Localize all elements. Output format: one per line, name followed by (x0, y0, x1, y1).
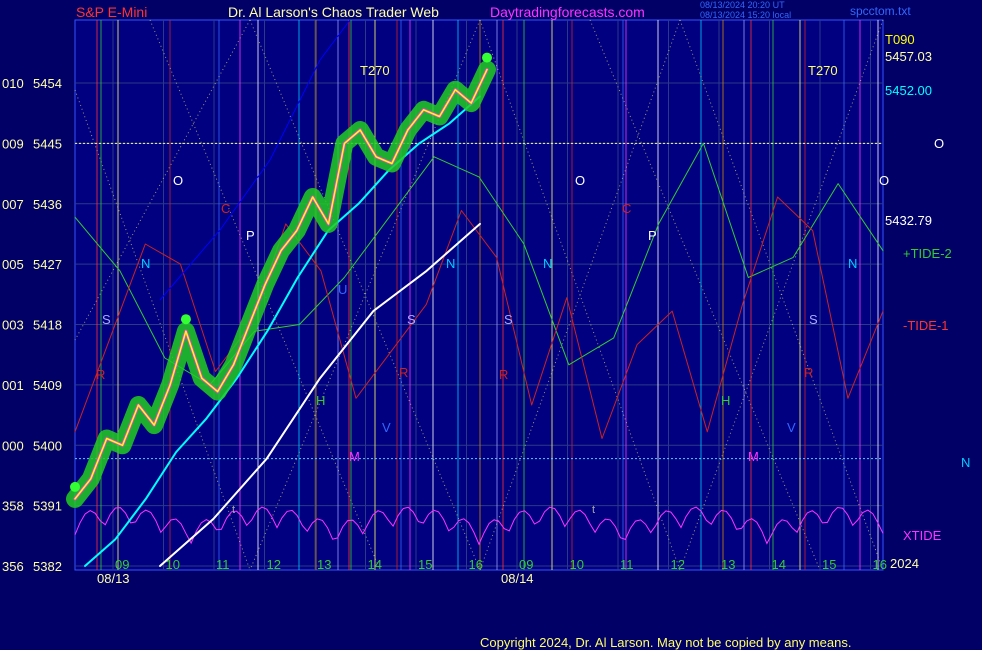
y-ticks: 356 5382 358 5391 000 5400 001 5409 003 5418 005 54… (2, 76, 62, 574)
tide1-label: -TIDE-1 (903, 318, 949, 333)
x-tick-label: 09 (519, 557, 533, 572)
v-label-2: V (787, 420, 796, 435)
x-tick-label: 09 (115, 557, 129, 572)
right-n-label: N (961, 455, 971, 470)
y-tick-left: 356 (2, 559, 24, 574)
o-label-1: O (173, 173, 184, 188)
ma-value-label: 5452.00 (885, 83, 932, 98)
p-label-2: P (648, 228, 657, 243)
timestamp-ut: 08/13/2024 20:20 UT (700, 0, 785, 10)
right-o-label: O (934, 136, 945, 151)
y-tick-value: 5391 (33, 499, 62, 514)
h-label-1: H (316, 393, 326, 408)
site-link[interactable]: Daytradingforecasts.com (490, 5, 645, 19)
x-tick-label: 16 (469, 557, 483, 572)
y-tick-value: 5418 (33, 318, 62, 333)
year-label: 2024 (890, 556, 919, 571)
x-tick-label: 12 (671, 557, 685, 572)
c-label-1: C (221, 201, 231, 216)
x-tick-label: 15 (822, 557, 836, 572)
x-tick-label: 16 (873, 557, 887, 572)
u-label: U (338, 282, 348, 297)
y-tick-left: 358 (2, 499, 24, 514)
y-tick-value: 5382 (33, 559, 62, 574)
y-tick-left: 005 (2, 257, 24, 272)
r-label-2: R (399, 365, 409, 380)
level-label: 5432.79 (885, 213, 932, 228)
s-label-3: S (504, 312, 513, 327)
x-tick-label: 10 (166, 557, 180, 572)
y-tick-left: 007 (2, 197, 24, 212)
m-label-2: M (748, 449, 759, 464)
price-high-label: 5457.03 (885, 49, 932, 64)
x-tick-label: 13 (317, 557, 331, 572)
s-label-2: S (407, 312, 416, 327)
chart-title: Dr. Al Larson's Chaos Trader Web (228, 4, 439, 20)
t090-label: T090 (885, 32, 915, 47)
file-name: spcctom.txt (850, 4, 911, 18)
t-label-2: t (592, 504, 596, 516)
x-tick-label: 14 (772, 557, 786, 572)
y-tick-value: 5400 (33, 438, 62, 453)
y-tick-value: 5445 (33, 136, 62, 151)
t-label-1: t (232, 504, 236, 516)
date-label-2: 08/14 (501, 571, 534, 586)
r-label-1: R (96, 367, 106, 382)
copyright-notice: Copyright 2024, Dr. Al Larson. May not b… (480, 635, 852, 650)
x-tick-label: 14 (368, 557, 382, 572)
x-tick-label: 12 (267, 557, 281, 572)
x-tick-label: 10 (570, 557, 584, 572)
price-dot (482, 52, 492, 63)
y-tick-left: 000 (2, 438, 24, 453)
x-tick-label: 11 (216, 557, 230, 572)
x-tick-label: 15 (418, 557, 432, 572)
y-tick-left: 001 (2, 378, 24, 393)
n-label-1: N (141, 256, 151, 271)
m-label-1: M (349, 449, 360, 464)
t270-label-2: T270 (808, 63, 838, 78)
y-tick-value: 5409 (33, 378, 62, 393)
y-tick-left: 003 (2, 318, 24, 333)
y-tick-left: 010 (2, 76, 24, 91)
s-label-1: S (102, 312, 111, 327)
n-label-3: N (543, 256, 553, 271)
r-label-4: R (804, 365, 814, 380)
price-dot (180, 314, 191, 325)
date-label-1: 08/13 (97, 571, 130, 586)
n-label-2: N (446, 256, 456, 271)
n-label-4: N (848, 256, 858, 271)
tide2-label: +TIDE-2 (903, 246, 952, 261)
h-label-2: H (721, 393, 731, 408)
s-label-4: S (809, 312, 818, 327)
symbol-label: S&P E-Mini (76, 4, 148, 20)
v-label-1: V (382, 420, 391, 435)
y-tick-value: 5454 (33, 76, 62, 91)
t270-label-1: T270 (360, 63, 390, 78)
o-label-3: O (879, 173, 890, 188)
r-label-3: R (499, 367, 509, 382)
o-label-2: O (575, 173, 586, 188)
c-label-2: C (622, 201, 632, 216)
xtide-label: XTIDE (903, 528, 942, 543)
timestamp-local: 08/13/2024 15:20 local (700, 10, 792, 20)
x-tick-label: 11 (620, 557, 634, 572)
y-tick-value: 5427 (33, 257, 62, 272)
p-label-1: P (246, 228, 255, 243)
y-tick-value: 5436 (33, 197, 62, 212)
chart: 356 5382 358 5391 000 5400 001 5409 003 5418 005 54… (2, 19, 887, 574)
x-tick-label: 13 (721, 557, 735, 572)
price-dot (70, 481, 80, 492)
y-tick-left: 009 (2, 136, 24, 151)
